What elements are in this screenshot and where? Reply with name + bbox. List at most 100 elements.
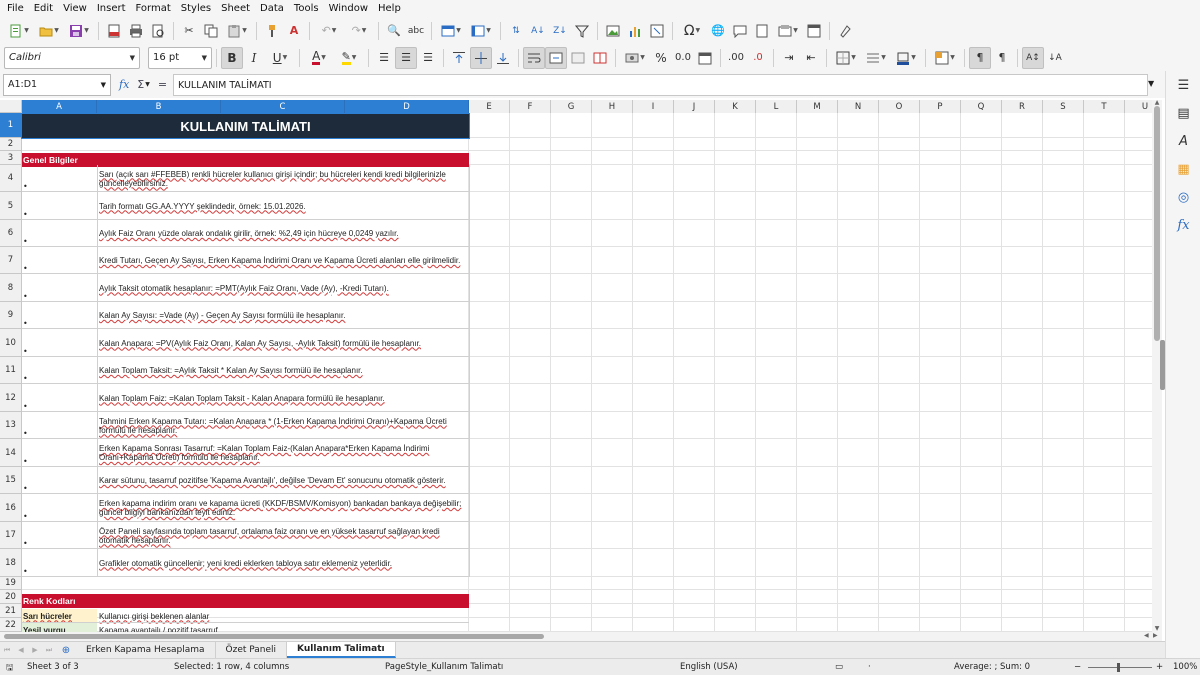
next-sheet-icon[interactable]: ▶	[28, 646, 42, 654]
menu-edit[interactable]: Edit	[29, 0, 58, 17]
align-center-icon[interactable]: ☰	[395, 46, 417, 69]
cut-icon[interactable]: ✂	[178, 20, 200, 42]
instruction-bullet-cell[interactable]: •	[22, 549, 97, 577]
column-header-j[interactable]: J	[674, 100, 715, 113]
first-sheet-icon[interactable]: ⏮	[0, 646, 14, 655]
headers-footers-icon[interactable]	[751, 20, 773, 42]
column-header-r[interactable]: R	[1002, 100, 1043, 113]
instruction-text-cell[interactable]: Grafikler otomatik güncellenir; yeni kre…	[97, 549, 469, 577]
row-header-15[interactable]: 15	[0, 467, 22, 494]
row-icon[interactable]: ▼	[436, 20, 466, 42]
align-bottom-icon[interactable]	[492, 47, 514, 69]
section-header-colors[interactable]: Renk Kodları	[22, 594, 469, 608]
row-header-13[interactable]: 13	[0, 412, 22, 439]
row-header-9[interactable]: 9	[0, 302, 22, 329]
row-header-20[interactable]: 20	[0, 590, 22, 604]
save-status-icon[interactable]: 🖫	[6, 662, 13, 675]
sort-icon[interactable]: ⇅	[505, 20, 527, 42]
instruction-text-cell[interactable]: Sarı (açık sarı #FFEBEB) renkli hücreler…	[97, 165, 469, 192]
menu-data[interactable]: Data	[255, 0, 289, 17]
menu-format[interactable]: Format	[131, 0, 176, 17]
sort-descending-icon[interactable]: Z↓	[549, 20, 571, 42]
instruction-bullet-cell[interactable]: •	[22, 522, 97, 549]
instruction-text-cell[interactable]: Aylık Taksit otomatik hesaplanır: =PMT(A…	[97, 274, 469, 302]
instruction-bullet-cell[interactable]: •	[22, 329, 97, 357]
increase-indent-icon[interactable]: ⇥	[778, 47, 800, 69]
vertical-scroll-thumb[interactable]	[1154, 106, 1160, 341]
copy-icon[interactable]	[200, 20, 222, 42]
row-header-8[interactable]: 8	[0, 274, 22, 302]
column-header-p[interactable]: P	[920, 100, 961, 113]
tab-ozet-paneli[interactable]: Özet Paneli	[216, 642, 288, 658]
menu-help[interactable]: Help	[373, 0, 406, 17]
instruction-text-cell[interactable]: Tahmini Erken Kapama Tutarı: =Kalan Anap…	[97, 412, 469, 439]
instruction-text-cell[interactable]: Erken kapama indirim oranı ve kapama ücr…	[97, 494, 469, 522]
scroll-down-icon[interactable]: ▼	[1152, 625, 1162, 632]
instruction-text-cell[interactable]: Kalan Toplam Faiz: =Kalan Toplam Taksit …	[97, 384, 469, 412]
borders-icon[interactable]: ▼	[831, 47, 861, 69]
sheet-position[interactable]: Sheet 3 of 3	[27, 662, 79, 672]
insert-chart-icon[interactable]	[624, 20, 646, 42]
print-icon[interactable]	[125, 20, 147, 42]
column-header-q[interactable]: Q	[961, 100, 1002, 113]
row-header-14[interactable]: 14	[0, 439, 22, 467]
merge-cells-icon[interactable]	[567, 47, 589, 69]
find-replace-icon[interactable]: 🔍	[383, 20, 405, 42]
zoom-level[interactable]: 100%	[1173, 662, 1197, 672]
menu-sheet[interactable]: Sheet	[216, 0, 255, 17]
function-wizard-icon[interactable]: fx	[119, 78, 129, 91]
column-header-f[interactable]: F	[510, 100, 551, 113]
page-style[interactable]: PageStyle_Kullanım Talimatı	[385, 662, 503, 672]
previous-sheet-icon[interactable]: ◀	[14, 646, 28, 654]
tab-erken-kapama[interactable]: Erken Kapama Hesaplama	[76, 642, 216, 658]
selection-mode-icon[interactable]: ▭	[835, 662, 843, 672]
menu-insert[interactable]: Insert	[92, 0, 131, 17]
column-header-d[interactable]: D	[345, 100, 469, 113]
gallery-icon[interactable]: ▦	[1166, 155, 1200, 183]
align-top-icon[interactable]	[448, 47, 470, 69]
language[interactable]: English (USA)	[680, 662, 738, 672]
row-header-11[interactable]: 11	[0, 357, 22, 384]
row-header-22[interactable]: 22	[0, 618, 22, 632]
remove-decimal-button[interactable]: .0	[747, 47, 769, 69]
formula-input[interactable]: KULLANIM TALİMATI	[173, 74, 1148, 96]
menu-view[interactable]: View	[58, 0, 92, 17]
column-header-a[interactable]: A	[22, 100, 97, 113]
last-sheet-icon[interactable]: ⏭	[42, 646, 56, 655]
row-header-5[interactable]: 5	[0, 192, 22, 220]
italic-button[interactable]: I	[243, 47, 265, 69]
styles-icon[interactable]: A	[1166, 127, 1200, 155]
row-header-17[interactable]: 17	[0, 522, 22, 549]
select-all-corner[interactable]	[0, 100, 22, 113]
row-header-16[interactable]: 16	[0, 494, 22, 522]
date-format-icon[interactable]	[694, 47, 716, 69]
instruction-bullet-cell[interactable]: •	[22, 247, 97, 274]
instruction-bullet-cell[interactable]: •	[22, 439, 97, 467]
instruction-text-cell[interactable]: Kalan Toplam Taksit: =Aylık Taksit * Kal…	[97, 357, 469, 384]
digital-signature-icon[interactable]: ·	[868, 662, 871, 672]
row-header-7[interactable]: 7	[0, 247, 22, 274]
chevron-down-icon[interactable]: ▼	[145, 81, 150, 88]
clear-formatting-icon[interactable]: A	[283, 20, 305, 42]
zoom-in-button[interactable]: +	[1156, 662, 1163, 672]
tab-kullanim-talimati[interactable]: Kullanım Talimatı	[287, 642, 396, 658]
instruction-text-cell[interactable]: Kredi Tutarı, Geçen Ay Sayısı, Erken Kap…	[97, 247, 469, 274]
color-code-green-name[interactable]: Yeşil vurgu	[22, 623, 97, 632]
instruction-text-cell[interactable]: Karar sütunu, tasarruf pozitifse 'Kapama…	[97, 467, 469, 494]
color-code-yellow-desc[interactable]: Kullanıcı girişi beklenen alanlar	[97, 609, 469, 623]
formula-equals-icon[interactable]: =	[158, 78, 167, 91]
hyperlink-icon[interactable]: 🌐	[707, 20, 729, 42]
sort-ascending-icon[interactable]: A↓	[527, 20, 549, 42]
column-header-h[interactable]: H	[592, 100, 633, 113]
left-to-right-icon[interactable]: ¶	[969, 46, 991, 69]
sum-icon[interactable]: Σ	[137, 78, 144, 91]
autofilter-icon[interactable]	[571, 20, 593, 42]
export-pdf-icon[interactable]	[103, 20, 125, 42]
wrap-text-icon[interactable]	[523, 46, 545, 69]
properties-icon[interactable]: ▤	[1166, 99, 1200, 127]
column-header-l[interactable]: L	[756, 100, 797, 113]
unmerge-cells-icon[interactable]	[589, 47, 611, 69]
zoom-slider-knob[interactable]	[1117, 663, 1120, 672]
insert-image-icon[interactable]	[602, 20, 624, 42]
spreadsheet-grid[interactable]: ABCDEFGHIJKLMNOPQRSTU 1 2 3 4 5 6 7 8 9 10 11 12 13 1…	[0, 100, 1160, 632]
